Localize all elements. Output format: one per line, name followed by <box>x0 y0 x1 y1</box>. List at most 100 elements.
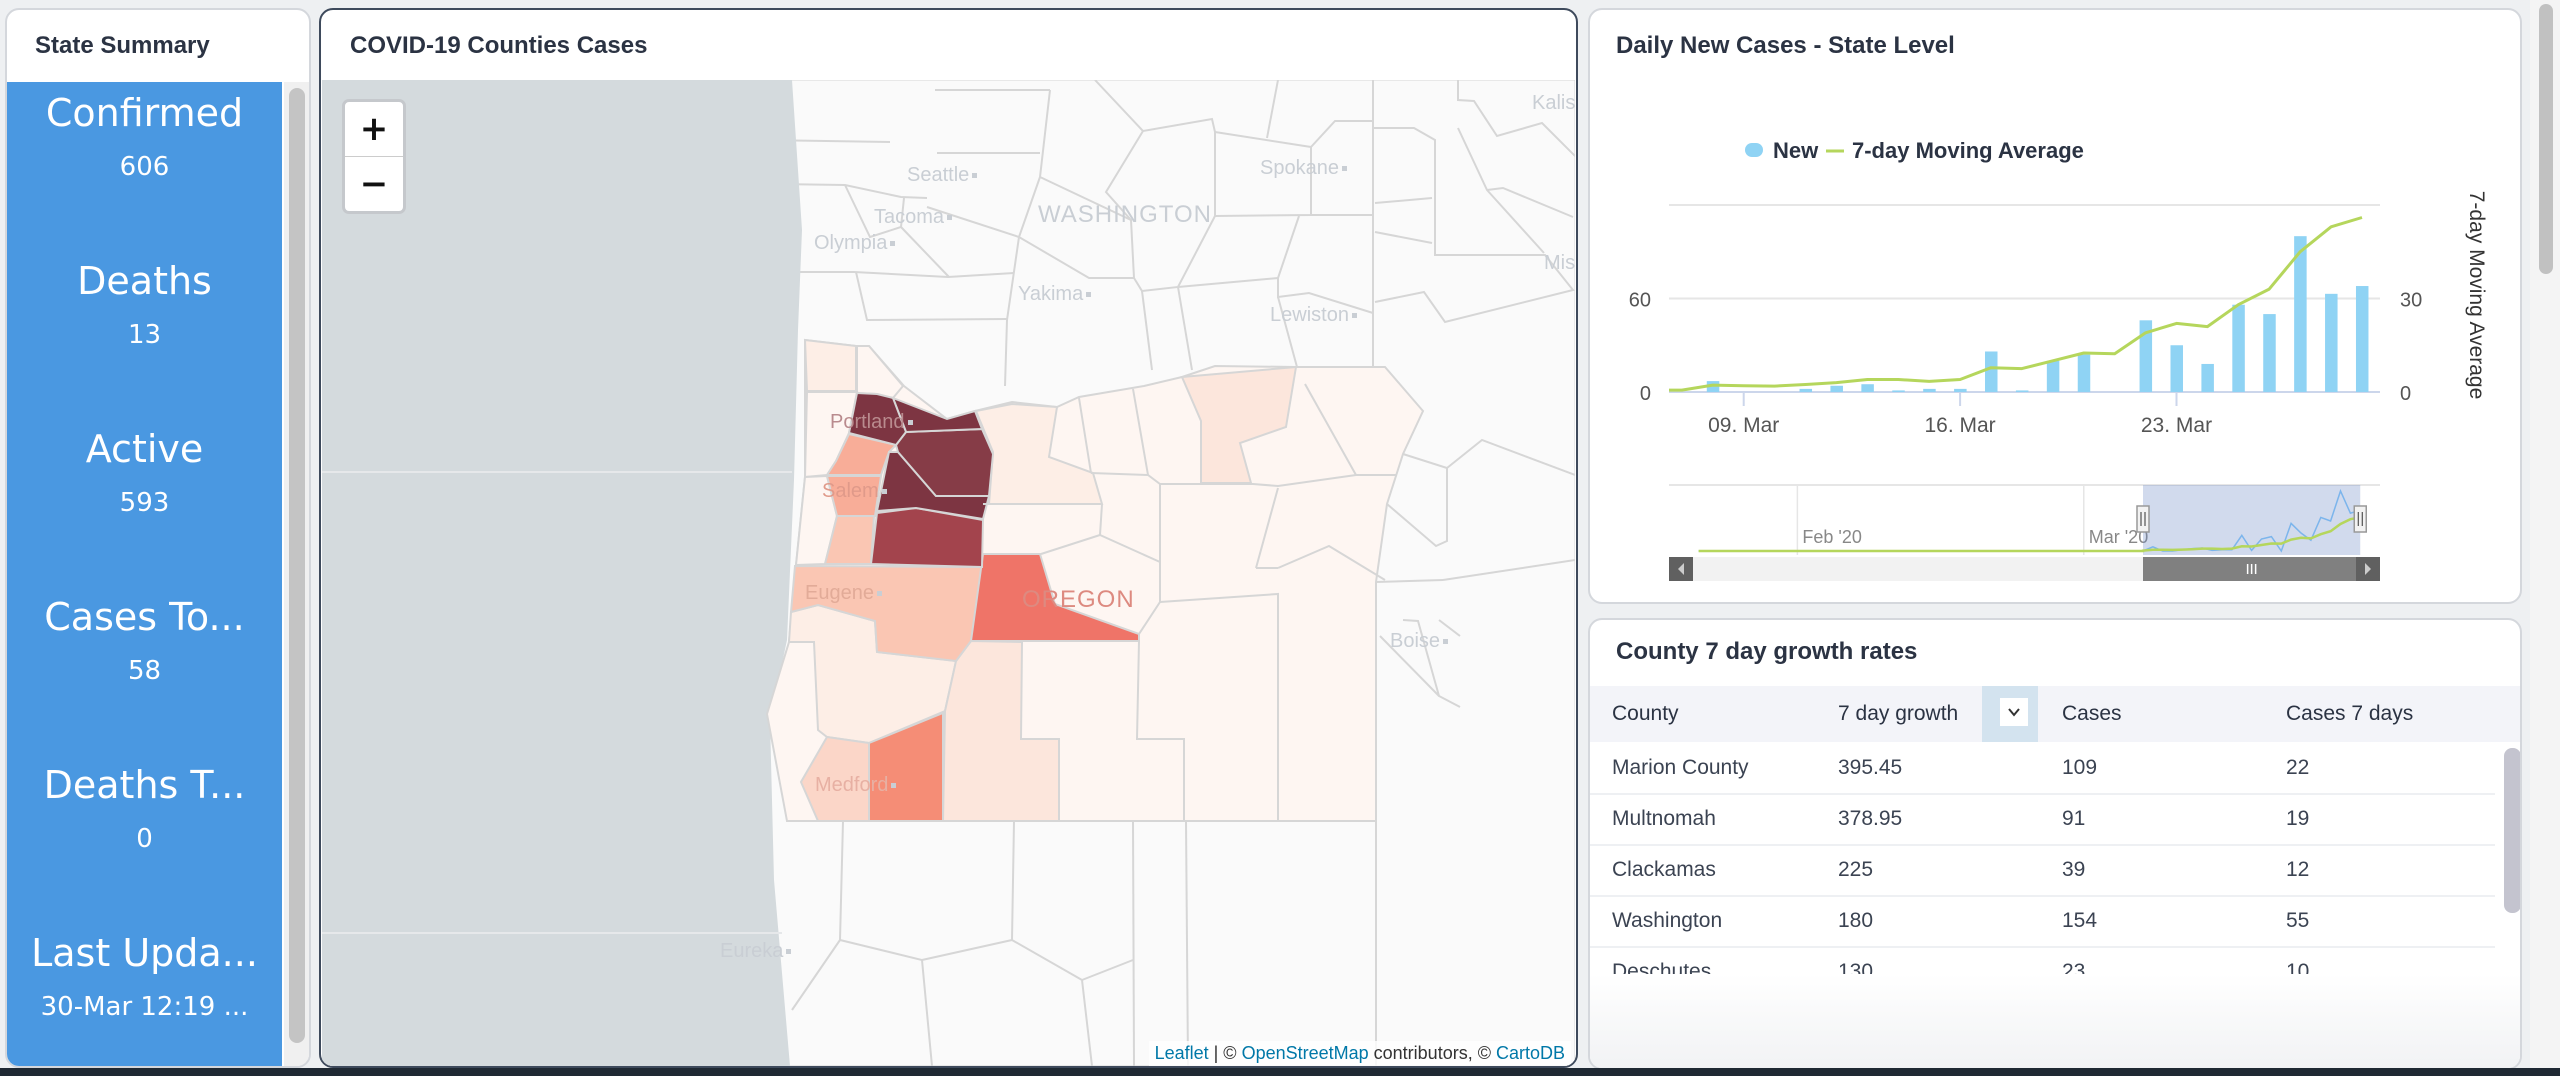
bar-new <box>2201 363 2214 392</box>
table-cell: 395.45 <box>1838 756 1903 779</box>
cartodb-link[interactable]: CartoDB <box>1496 1043 1565 1063</box>
bar-new <box>1861 384 1874 392</box>
column-header-cases-7-days[interactable]: Cases 7 days <box>2286 686 2413 742</box>
table-cell: 154 <box>2062 909 2098 932</box>
state-summary-card: State Summary Confirmed 606 Deaths 13 Active… <box>5 8 311 1068</box>
table-cell: 10 <box>2286 960 2310 974</box>
ocean <box>322 80 802 1066</box>
summary-scrollbar-thumb[interactable] <box>289 88 305 1043</box>
zoom-control: + − <box>342 99 406 214</box>
table-cell: Deschutes <box>1612 960 1712 974</box>
city-label-spokane: Spokane <box>1260 157 1347 180</box>
x-tick-label: 23. Mar <box>2141 414 2212 437</box>
attribution-contributors: contributors, © <box>1368 1043 1496 1063</box>
county-map-card: COVID-19 Counties Cases Seattle Tacoma O… <box>319 8 1578 1068</box>
table-cell: 12 <box>2286 858 2310 881</box>
summary-label: Deaths T... <box>43 763 246 807</box>
city-label-olympia: Olympia <box>814 232 895 255</box>
table-row[interactable]: Clackamas 225 39 12 <box>1590 844 2495 897</box>
city-label-tacoma: Tacoma <box>874 206 952 229</box>
bar-new <box>2170 345 2183 392</box>
table-cell: 109 <box>2062 756 2098 779</box>
table-row[interactable]: Washington 180 154 55 <box>1590 895 2495 948</box>
bar-new <box>2263 314 2276 392</box>
column-header-county[interactable]: County <box>1612 686 1679 742</box>
map-title: COVID-19 Counties Cases <box>350 32 648 59</box>
table-row[interactable]: Deschutes 130 23 10 <box>1590 946 2495 974</box>
city-label-salem: Salem <box>822 480 887 503</box>
summary-label: Last Upda... <box>31 931 258 975</box>
table-cell: 180 <box>1838 909 1874 932</box>
y-tick-label-left: 60 <box>1629 290 1651 312</box>
table-cell: Washington <box>1612 909 1723 932</box>
state-label-oregon: OREGON <box>1022 586 1135 613</box>
summary-label: Active <box>85 427 204 471</box>
page-scrollbar[interactable] <box>2530 0 2560 1068</box>
bar-new <box>1892 390 1905 392</box>
bar-new <box>1799 388 1813 392</box>
summary-value: 593 <box>119 488 170 518</box>
line-moving-average <box>1669 216 2363 392</box>
bar-new <box>2325 293 2338 392</box>
city-label-kalispell: Kalispell <box>1532 92 1575 115</box>
bar-new <box>2232 304 2245 392</box>
y-axis-title-right: 7-day Moving Average <box>2465 191 2488 400</box>
summary-panel: Confirmed 606 Deaths 13 Active 593 Cases To...… <box>7 82 282 1066</box>
table-header: County 7 day growth Cases Cases 7 days <box>1590 686 2520 742</box>
sort-column-highlight <box>1982 686 2038 742</box>
leaflet-link[interactable]: Leaflet <box>1155 1043 1209 1063</box>
summary-item: Deaths 13 <box>7 258 282 352</box>
table-row[interactable]: Marion County 395.45 109 22 <box>1590 742 2495 795</box>
page-scrollbar-thumb[interactable] <box>2539 4 2553 274</box>
table-body: Marion County 395.45 109 22 Multnomah 378.95 9… <box>1590 742 2520 974</box>
zoom-out-button[interactable]: − <box>345 156 403 211</box>
navigator-handle[interactable] <box>2353 505 2367 533</box>
summary-item: Deaths T... 0 <box>7 762 282 856</box>
daily-cases-chart-card: Daily New Cases - State Level 0 60 0 30 7-da… <box>1588 8 2522 604</box>
summary-value: 58 <box>127 656 162 686</box>
chevron-down-icon <box>2008 708 2020 717</box>
city-label-lewiston: Lewiston <box>1270 304 1357 327</box>
summary-label: Confirmed <box>45 91 244 135</box>
summary-value: 606 <box>119 152 170 182</box>
x-tick-label: 09. Mar <box>1708 414 1779 437</box>
choropleth-map[interactable]: Seattle Tacoma Olympia Spokane WASHINGTO… <box>322 80 1575 1066</box>
summary-label: Deaths <box>77 259 212 303</box>
table-cell: 130 <box>1838 960 1874 974</box>
x-tick-label: 16. Mar <box>1924 414 1995 437</box>
city-label-medford: Medford <box>815 774 896 797</box>
window-bottom-edge <box>0 1068 2560 1076</box>
table-cell: 22 <box>2286 756 2310 779</box>
column-header-cases[interactable]: Cases <box>2062 686 2122 742</box>
state-summary-title: State Summary <box>35 32 210 59</box>
bar-new <box>2046 360 2060 392</box>
openstreetmap-link[interactable]: OpenStreetMap <box>1242 1043 1369 1063</box>
summary-label: Cases To... <box>44 595 245 639</box>
table-scrollbar-thumb[interactable] <box>2504 748 2520 913</box>
table-cell: 55 <box>2286 909 2310 932</box>
daily-cases-chart[interactable]: 0 60 0 30 7-day Moving Average 09. Mar 16. Mar… <box>1590 10 2520 602</box>
table-cell: 19 <box>2286 807 2310 830</box>
bar-new <box>1830 385 1843 392</box>
city-label-boise: Boise <box>1390 630 1448 653</box>
bar-new <box>2077 354 2091 392</box>
table-cell: Multnomah <box>1612 807 1716 830</box>
sort-dropdown-button[interactable] <box>2000 698 2028 726</box>
attribution-separator: | © <box>1208 1043 1242 1063</box>
table-row[interactable]: Multnomah 378.95 91 19 <box>1590 793 2495 846</box>
summary-item: Last Upda... 30-Mar 12:19 ... <box>7 930 282 1024</box>
zoom-in-button[interactable]: + <box>345 102 403 156</box>
bar-new <box>1923 388 1936 392</box>
map-attribution: Leaflet | © OpenStreetMap contributors, … <box>1148 1041 1571 1066</box>
table-cell: 225 <box>1838 858 1874 881</box>
column-header-7-day-growth[interactable]: 7 day growth <box>1838 686 1978 742</box>
legend-label-moving-average: 7-day Moving Average <box>1852 138 2084 163</box>
table-cell: 23 <box>2062 960 2086 974</box>
legend-marker-new <box>1745 143 1763 157</box>
bar-new <box>1985 351 1998 392</box>
bar-new <box>2355 286 2369 392</box>
table-cell: Clackamas <box>1612 858 1716 881</box>
city-label-portland: Portland <box>830 411 913 434</box>
navigator-handle[interactable] <box>2136 505 2150 533</box>
summary-item: Cases To... 58 <box>7 594 282 688</box>
